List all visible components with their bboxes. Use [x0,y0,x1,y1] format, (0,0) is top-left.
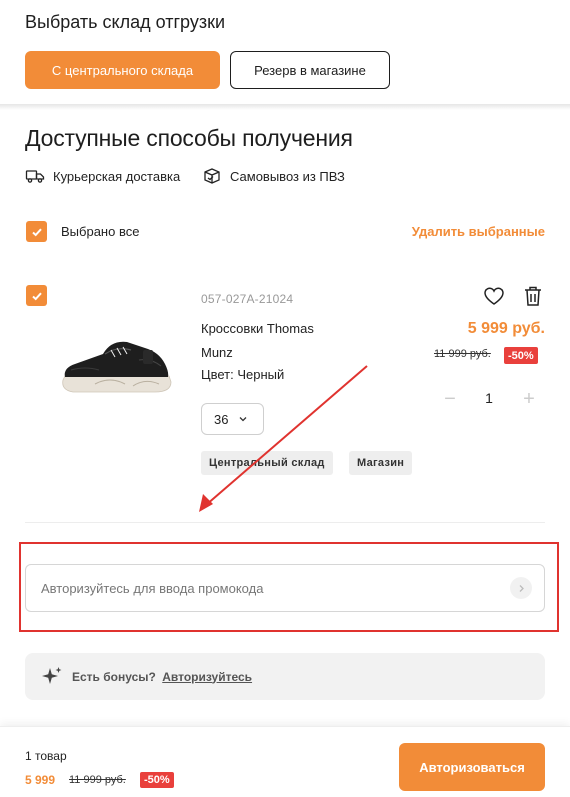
warehouse-section: Выбрать склад отгрузки С центрального ск… [0,0,570,104]
method-pickup: Самовывоз из ПВЗ [202,165,345,187]
sparkle-icon [42,666,62,684]
method-courier-label: Курьерская доставка [53,168,181,184]
delivery-methods-title: Доступные способы получения [25,125,353,151]
product-price: 5 999 руб. [467,320,545,337]
promo-code-placeholder: Авторизуйтесь для ввода промокода [41,580,264,596]
central-warehouse-button[interactable]: С центрального склада [25,51,220,89]
chevron-right-icon [519,584,524,592]
select-all-checkbox[interactable] [26,221,47,242]
heart-icon[interactable] [482,284,506,308]
item-checkbox[interactable] [26,285,47,306]
pickup-box-icon [204,168,220,184]
product-old-price: 11 999 руб. [434,348,491,360]
product-image[interactable] [55,330,175,402]
delete-selected-button[interactable]: Удалить выбранные [412,224,545,239]
product-name-line1: Кроссовки Thomas [201,321,314,336]
footer-item-count: 1 товар [25,749,67,763]
tag-central-warehouse: Центральный склад [201,451,333,475]
footer-price: 5 999 [25,773,56,787]
size-select[interactable]: 36 [201,403,264,435]
tag-store: Магазин [349,451,413,475]
quantity-increase-button[interactable]: + [518,388,540,410]
promo-code-input[interactable]: Авторизуйтесь для ввода промокода [25,564,545,612]
quantity-decrease-button[interactable]: − [440,388,460,410]
product-name-line2: Munz [201,345,233,360]
truck-icon [25,170,45,183]
check-icon [31,228,42,236]
check-icon [31,292,42,300]
method-pickup-label: Самовывоз из ПВЗ [230,168,345,184]
footer-old-price: 11 999 руб. [69,774,126,786]
section-divider [0,104,570,110]
product-name[interactable]: Кроссовки Thomas Munz [201,317,341,365]
promo-submit-button[interactable] [510,577,532,599]
product-color: Цвет: Черный [201,367,285,382]
checkout-footer: 1 товар 5 999 11 999 руб. -50% Авторизов… [0,726,570,797]
quantity-value: 1 [485,390,493,406]
item-divider [25,522,545,523]
bonus-banner: Есть бонусы? Авторизуйтесь [25,653,545,700]
bonus-question: Есть бонусы? [72,669,156,684]
store-reserve-button[interactable]: Резерв в магазине [230,51,390,89]
trash-icon[interactable] [522,284,544,308]
product-sku: 057-027A-21024 [201,292,294,306]
footer-discount-badge: -50% [140,772,174,788]
warehouse-title: Выбрать склад отгрузки [25,12,226,32]
select-all-label: Выбрано все [61,224,140,239]
size-value: 36 [214,411,229,427]
chevron-down-icon [240,417,247,422]
authorize-button[interactable]: Авторизоваться [399,743,545,791]
method-courier: Курьерская доставка [25,165,180,187]
bonus-login-link[interactable]: Авторизуйтесь [162,670,252,684]
product-discount-badge: -50% [504,347,538,364]
